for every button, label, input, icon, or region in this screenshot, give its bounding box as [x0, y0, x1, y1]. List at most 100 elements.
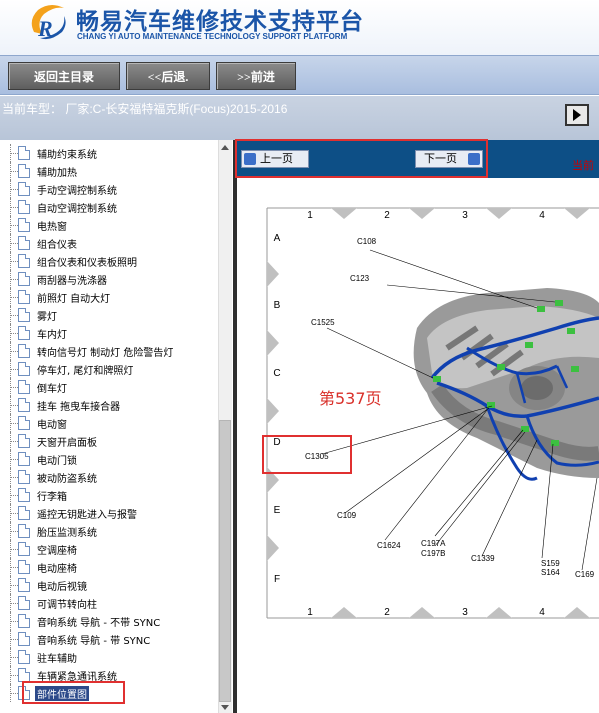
sidebar-item[interactable]: 前照灯 自动大灯: [0, 288, 218, 306]
connector-label: C123: [350, 274, 370, 283]
sidebar-item[interactable]: 车内灯: [0, 324, 218, 342]
document-icon: [18, 668, 30, 682]
sidebar-item-label: 停车灯, 尾灯和牌照灯: [37, 366, 134, 377]
sidebar-item[interactable]: 组合仪表: [0, 234, 218, 252]
main-toolbar: 返回主目录 <<后退. >>前进: [0, 55, 599, 95]
tree-connector-line: [10, 243, 18, 244]
grid-column-label: 3: [462, 607, 468, 618]
document-icon: [18, 380, 30, 394]
tree-connector-line: [10, 603, 18, 604]
sidebar-item[interactable]: 驻车辅助: [0, 648, 218, 666]
grid-row-label: F: [274, 574, 280, 585]
home-button[interactable]: 返回主目录: [8, 62, 120, 90]
connector-label: C108: [357, 237, 377, 246]
sidebar-item[interactable]: 辅助加热: [0, 162, 218, 180]
sidebar-item[interactable]: 电动窗: [0, 414, 218, 432]
sidebar-item-label: 辅助加热: [37, 168, 77, 179]
grid-column-label: 1: [307, 607, 313, 618]
document-icon: [18, 344, 30, 358]
sidebar-item-label: 音响系统 导航 - 不带 SYNC: [37, 618, 161, 629]
current-page-label: 当前: [572, 159, 594, 172]
sidebar-item[interactable]: 转向信号灯 制动灯 危险警告灯: [0, 342, 218, 360]
tree-connector-line: [10, 369, 18, 370]
grid-column-label: 2: [384, 607, 390, 618]
tree-connector-line: [10, 549, 18, 550]
grid-row-label: E: [274, 505, 281, 516]
sidebar-item[interactable]: 手动空调控制系统: [0, 180, 218, 198]
document-icon: [18, 362, 30, 376]
sidebar-item[interactable]: 遥控无钥匙进入与报警: [0, 504, 218, 522]
tree-connector-line: [10, 459, 18, 460]
document-icon: [18, 560, 30, 574]
sidebar-item-label: 行李箱: [37, 492, 67, 503]
document-icon: [18, 524, 30, 538]
sidebar-item[interactable]: 音响系统 导航 - 带 SYNC: [0, 630, 218, 648]
scroll-up-icon[interactable]: [221, 145, 229, 150]
grid-marker: [331, 607, 357, 618]
sidebar-item[interactable]: 空调座椅: [0, 540, 218, 558]
grid-column-label: 4: [539, 607, 545, 618]
grid-column-label: 1: [307, 210, 313, 221]
tree-connector-line: [10, 495, 18, 496]
sidebar-item[interactable]: 电动后视镜: [0, 576, 218, 594]
back-button[interactable]: <<后退.: [126, 62, 210, 90]
connector-highlight-box: [262, 435, 352, 474]
tree-connector-line: [10, 639, 18, 640]
nav-highlight-box: [235, 139, 488, 178]
grid-marker: [409, 607, 435, 618]
tree-connector-line: [10, 621, 18, 622]
tree-connector-line: [10, 441, 18, 442]
tree-connector-line: [10, 693, 18, 694]
grid-marker: [267, 261, 279, 287]
sidebar-item-label: 手动空调控制系统: [37, 186, 117, 197]
sidebar-item[interactable]: 被动防盗系统: [0, 468, 218, 486]
sidebar-item[interactable]: 组合仪表和仪表板照明: [0, 252, 218, 270]
sidebar-tree: 辅助约束系统 辅助加热手动空调控制系统 自动空调控制系统 电热窗 组合仪表组合仪表和仪表…: [0, 140, 218, 713]
sidebar-item[interactable]: 天窗开启面板: [0, 432, 218, 450]
grid-marker: [267, 398, 279, 424]
sidebar-item[interactable]: 电动座椅: [0, 558, 218, 576]
vehicle-model-text: 当前车型： 厂家:C-长安福特福克斯(Focus)2015-2016: [2, 102, 288, 116]
grid-row-label: A: [274, 233, 281, 244]
sidebar-item[interactable]: 倒车灯: [0, 378, 218, 396]
sidebar-item[interactable]: 电动门锁: [0, 450, 218, 468]
sidebar-item-label: 车内灯: [37, 330, 67, 341]
selected-item-highlight-box: [22, 681, 125, 704]
sidebar-item[interactable]: 行李箱: [0, 486, 218, 504]
sidebar-item-label: 转向信号灯 制动灯 危险警告灯: [37, 348, 174, 359]
sidebar-item[interactable]: 雨刮器与洗涤器: [0, 270, 218, 288]
connector-label: C1339: [471, 554, 495, 563]
sidebar-item[interactable]: 自动空调控制系统: [0, 198, 218, 216]
sidebar-item[interactable]: 辅助约束系统: [0, 144, 218, 162]
sidebar-item[interactable]: 胎压监测系统: [0, 522, 218, 540]
tree-connector-line: [10, 207, 18, 208]
sidebar-item[interactable]: 雾灯: [0, 306, 218, 324]
document-icon: [18, 542, 30, 556]
sidebar-item[interactable]: 可调节转向柱: [0, 594, 218, 612]
grid-column-label: 3: [462, 210, 468, 221]
sidebar-item[interactable]: 挂车 拖曳车接合器: [0, 396, 218, 414]
document-icon: [18, 614, 30, 628]
scrollbar-thumb[interactable]: [219, 420, 231, 702]
svg-text:R: R: [37, 16, 53, 41]
app-header: R 畅易汽车维修技术支持平台 CHANG YI AUTO MAINTENANCE…: [0, 0, 599, 55]
vehicle-info-bar: 当前车型： 厂家:C-长安福特福克斯(Focus)2015-2016: [0, 96, 599, 140]
document-icon: [18, 488, 30, 502]
document-icon: [18, 308, 30, 322]
scroll-down-icon[interactable]: [221, 705, 229, 710]
app-subtitle: CHANG YI AUTO MAINTENANCE TECHNOLOGY SUP…: [77, 32, 348, 41]
grid-marker: [564, 208, 590, 219]
sidebar-item[interactable]: 停车灯, 尾灯和牌照灯: [0, 360, 218, 378]
sidebar-item-label: 电动窗: [37, 420, 67, 431]
tree-connector-line: [10, 675, 18, 676]
sidebar-item-label: 组合仪表和仪表板照明: [37, 258, 137, 269]
forward-button[interactable]: >>前进: [216, 62, 296, 90]
toggle-panel-button[interactable]: [565, 104, 589, 126]
document-icon: [18, 164, 30, 178]
sidebar-item-label: 辅助约束系统: [37, 150, 97, 161]
tree-connector-line: [10, 315, 18, 316]
document-icon: [18, 650, 30, 664]
document-icon: [18, 272, 30, 286]
sidebar-item[interactable]: 音响系统 导航 - 不带 SYNC: [0, 612, 218, 630]
sidebar-item[interactable]: 电热窗: [0, 216, 218, 234]
